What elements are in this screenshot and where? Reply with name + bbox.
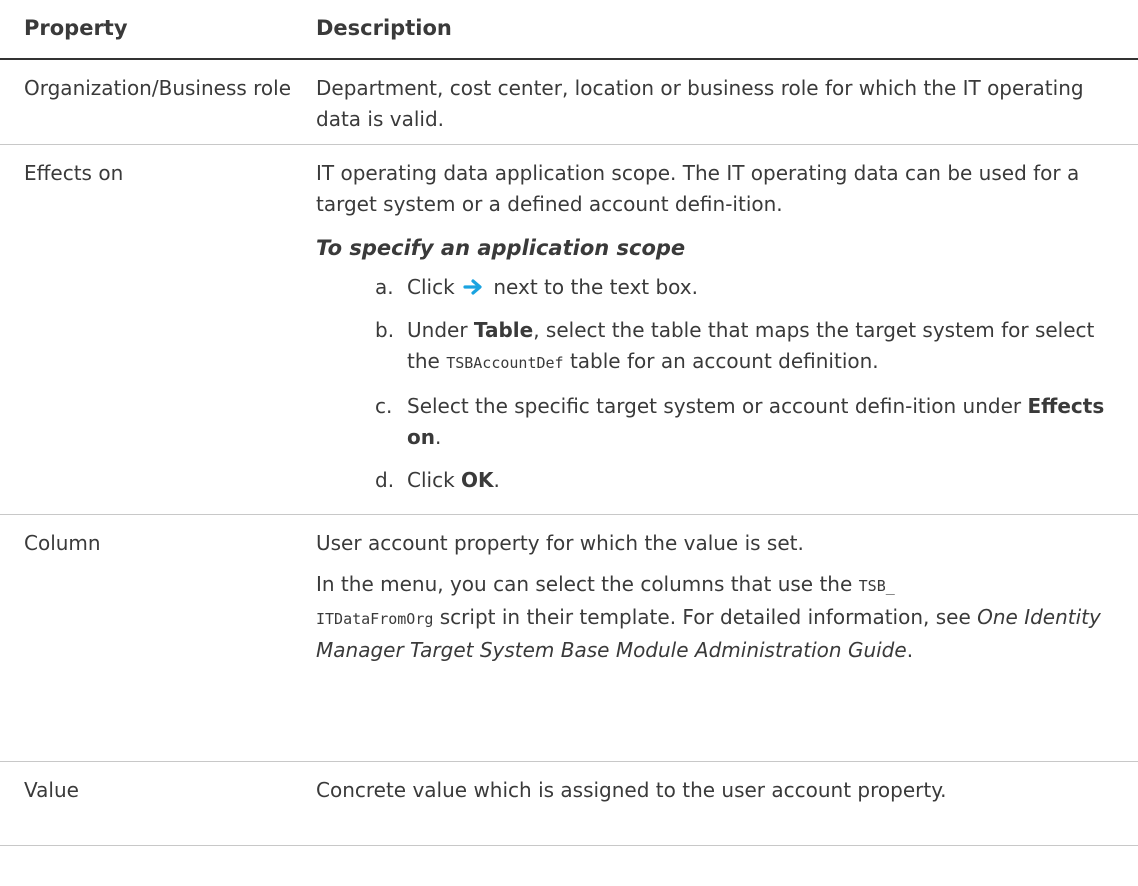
step-text-part: table for an account definition. bbox=[569, 349, 879, 373]
property-name: Column bbox=[24, 531, 101, 555]
procedure-step: d. Click OK. bbox=[375, 465, 1118, 496]
step-marker: d. bbox=[375, 468, 395, 492]
procedure-title: To specify an application scope bbox=[316, 236, 686, 260]
header-description: Description bbox=[316, 16, 452, 40]
table-header-row: Property Description bbox=[0, 0, 1138, 60]
procedure-step: c. Select the specific target system or … bbox=[375, 391, 1118, 453]
property-description: IT operating data application scope. The… bbox=[316, 161, 1080, 216]
step-marker: a. bbox=[375, 275, 394, 299]
step-text-part: Under bbox=[407, 318, 468, 342]
table-row: Organization/Business role Department, c… bbox=[0, 60, 1138, 145]
table-row: Value Concrete value which is assigned t… bbox=[0, 762, 1138, 846]
code-term: ITDataFromOrg bbox=[316, 610, 434, 628]
code-term: TSBAccountDef bbox=[446, 354, 564, 372]
code-term: TSB_ bbox=[858, 577, 895, 595]
property-description-detail: In the menu, you can select the columns … bbox=[316, 569, 1118, 666]
step-text: Click next to the text box. bbox=[407, 272, 1118, 303]
step-text-part: next to the text box. bbox=[493, 275, 698, 299]
detail-text-part: script in their template. For detailed i… bbox=[439, 605, 971, 629]
property-name: Effects on bbox=[24, 161, 124, 185]
procedure-step: b. Under Table, select the table that ma… bbox=[375, 315, 1118, 379]
step-marker: c. bbox=[375, 394, 393, 418]
property-description: Department, cost center, location or bus… bbox=[316, 76, 1084, 131]
property-description-block: User account property for which the valu… bbox=[316, 515, 1138, 761]
step-text-part: Click bbox=[407, 468, 455, 492]
step-text-part: . bbox=[493, 468, 500, 492]
arrow-right-icon bbox=[463, 279, 482, 295]
procedure-step: a. Click next to the text box. bbox=[375, 272, 1118, 303]
property-name: Organization/Business role bbox=[24, 76, 292, 100]
table-row: Column User account property for which t… bbox=[0, 515, 1138, 762]
procedure-steps: a. Click next to the text box. b. Under … bbox=[316, 272, 1118, 496]
detail-text-part: . bbox=[906, 638, 914, 662]
property-description: User account property for which the valu… bbox=[316, 531, 804, 555]
property-description-block: IT operating data application scope. The… bbox=[316, 145, 1138, 514]
step-text-part: Click bbox=[407, 275, 455, 299]
step-text: Select the specific target system or acc… bbox=[407, 391, 1118, 453]
step-marker: b. bbox=[375, 318, 395, 342]
ui-element-name: Table bbox=[473, 318, 534, 342]
property-name: Value bbox=[24, 778, 79, 802]
step-text-part: Select the specific target system or acc… bbox=[407, 394, 1022, 418]
step-text-part: . bbox=[434, 425, 442, 449]
detail-text-part: In the menu, you can select the columns … bbox=[316, 572, 853, 596]
step-text: Under Table, select the table that maps … bbox=[407, 315, 1118, 379]
property-description: Concrete value which is assigned to the … bbox=[316, 778, 947, 802]
ui-element-name: OK bbox=[461, 468, 494, 492]
property-table: Property Description Organization/Busine… bbox=[0, 0, 1138, 846]
step-text: Click OK. bbox=[407, 465, 1118, 496]
header-property: Property bbox=[24, 16, 128, 40]
table-row: Effects on IT operating data application… bbox=[0, 145, 1138, 515]
